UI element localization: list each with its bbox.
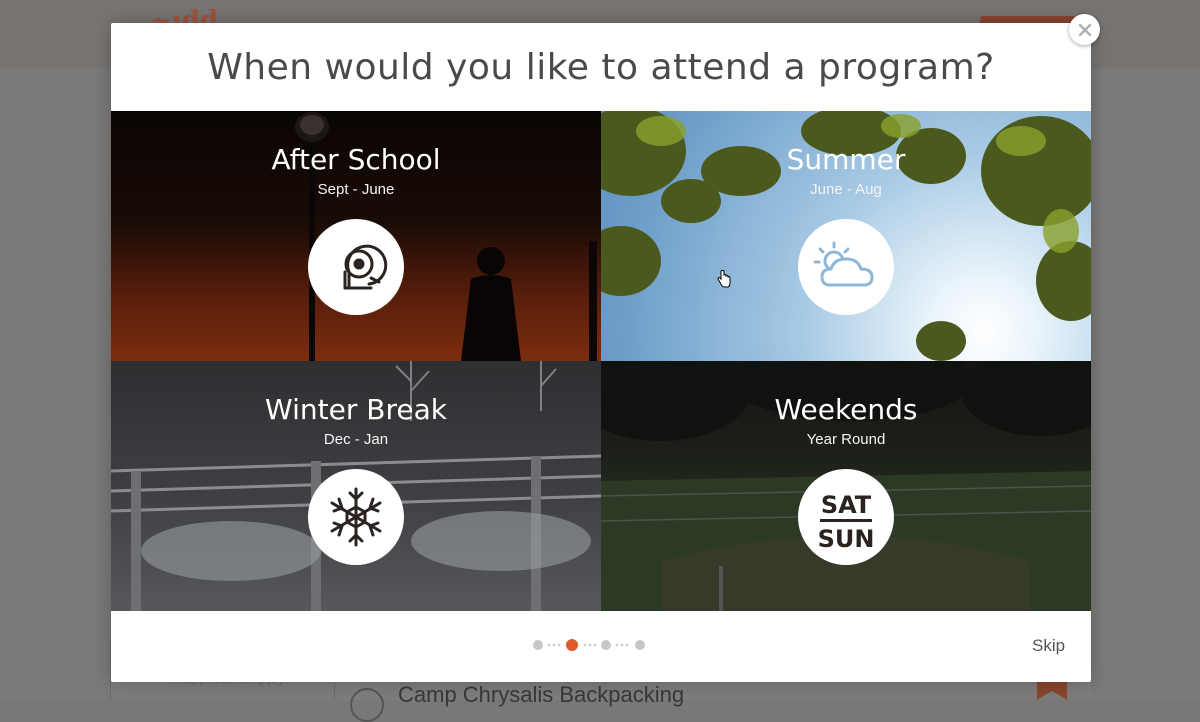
option-title: Weekends — [774, 393, 918, 426]
option-subtitle: Year Round — [806, 431, 886, 448]
snowflake-icon — [308, 469, 404, 565]
option-winter-break[interactable]: Winter Break Dec - Jan — [111, 361, 601, 611]
option-title: Winter Break — [265, 393, 447, 426]
background-item-icon — [350, 688, 384, 722]
option-title: Summer — [786, 143, 906, 176]
program-time-modal: When would you like to attend a program?… — [111, 23, 1091, 682]
step-dot-3[interactable] — [601, 640, 611, 650]
step-dot-2-active[interactable] — [566, 639, 578, 651]
step-indicator — [533, 639, 645, 651]
school-bell-icon — [308, 219, 404, 315]
option-after-school[interactable]: After School Sept - June — [111, 111, 601, 361]
option-title: After School — [271, 143, 441, 176]
step-dot-1[interactable] — [533, 640, 543, 650]
option-subtitle: Sept - June — [317, 181, 395, 198]
option-summer[interactable]: Summer June - Aug — [601, 111, 1091, 361]
background-item-title: Camp Chrysalis Backpacking — [398, 682, 685, 707]
option-subtitle: Dec - Jan — [323, 431, 389, 448]
option-grid: After School Sept - June Summer June - A… — [111, 111, 1091, 611]
option-weekends[interactable]: Weekends Year Round SAT SUN — [601, 361, 1091, 611]
sun-cloud-icon — [798, 219, 894, 315]
hand-cursor-icon — [717, 270, 731, 288]
step-dot-4[interactable] — [635, 640, 645, 650]
sat-icon-text: SAT — [821, 491, 872, 519]
sat-sun-icon: SAT SUN — [798, 469, 894, 565]
skip-button[interactable]: Skip — [1032, 636, 1065, 656]
modal-title: When would you like to attend a program? — [207, 47, 995, 88]
sun-icon-text: SUN — [818, 525, 875, 553]
close-icon — [1078, 23, 1091, 36]
close-button[interactable] — [1069, 14, 1100, 45]
option-subtitle: June - Aug — [810, 181, 882, 198]
